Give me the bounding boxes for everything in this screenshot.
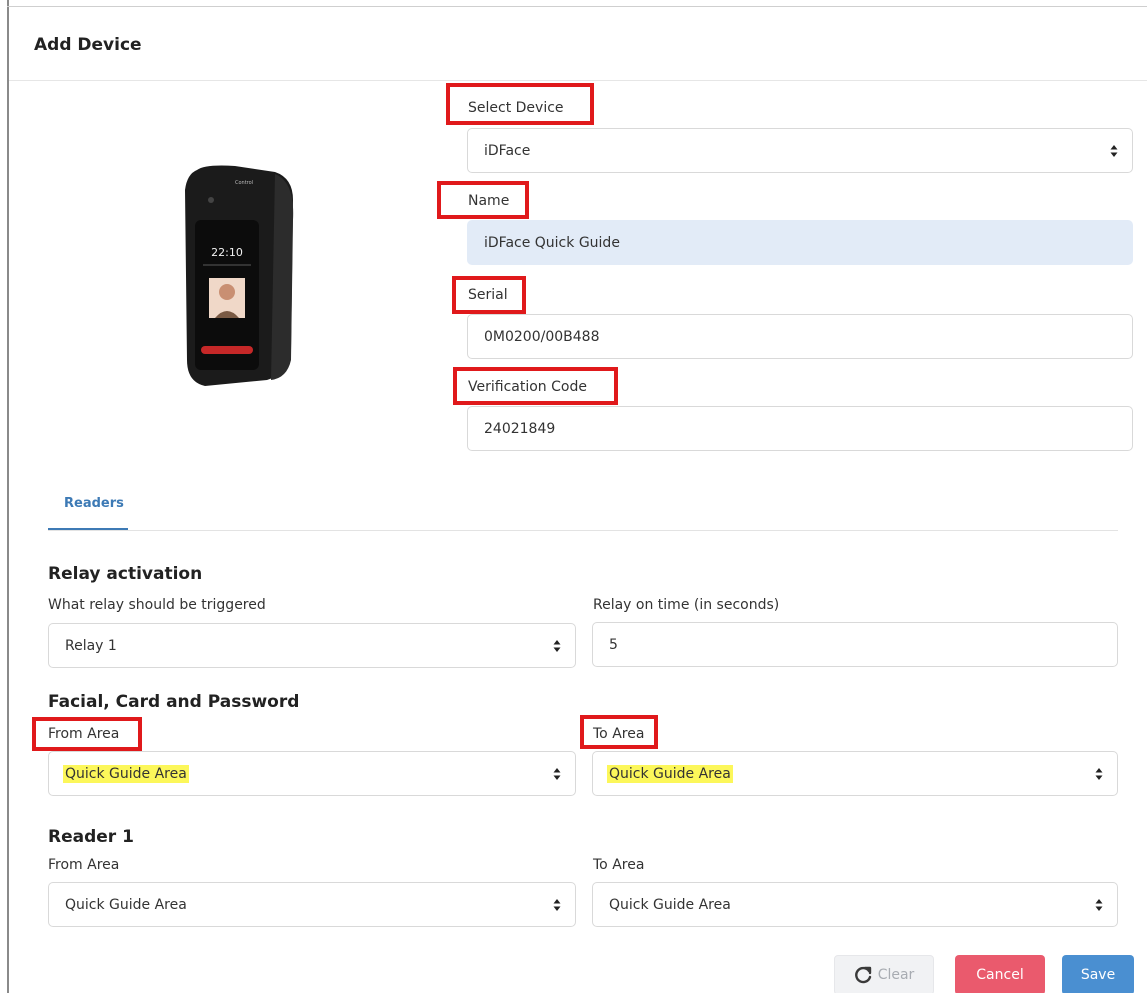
select-caret-icon (1095, 898, 1103, 911)
reader1-from-area-label: From Area (48, 857, 120, 873)
dialog: Add Device Control 22:10 Select Device i… (0, 0, 1147, 993)
relay-trigger-label: What relay should be triggered (48, 597, 266, 613)
relay-time-label: Relay on time (in seconds) (593, 597, 780, 613)
select-device-value: iDFace (484, 142, 531, 159)
name-value: iDFace Quick Guide (484, 234, 620, 251)
name-input[interactable]: iDFace Quick Guide (467, 220, 1133, 265)
facial-from-area-label: From Area (48, 726, 120, 742)
select-device-label: Select Device (468, 100, 564, 116)
frame-border (7, 0, 9, 993)
serial-input[interactable]: 0M0200/00B488 (467, 314, 1133, 359)
name-label: Name (468, 193, 510, 209)
facial-to-area-value: Quick Guide Area (607, 764, 733, 783)
reader1-to-area-value: Quick Guide Area (609, 896, 731, 913)
clear-button[interactable]: Clear (834, 955, 934, 993)
select-caret-icon (553, 639, 561, 652)
tab-readers[interactable]: Readers (64, 496, 124, 511)
relay-time-input[interactable]: 5 (592, 622, 1118, 667)
reader1-from-area-dropdown[interactable]: Quick Guide Area (48, 882, 576, 927)
reader1-from-area-value: Quick Guide Area (65, 896, 187, 913)
cancel-button[interactable]: Cancel (955, 955, 1045, 993)
serial-value: 0M0200/00B488 (484, 328, 600, 345)
device-screen-time: 22:10 (211, 246, 243, 259)
verification-code-value: 24021849 (484, 420, 556, 437)
save-button-label: Save (1080, 967, 1116, 983)
facial-to-area-label: To Area (593, 726, 645, 742)
facial-from-area-value: Quick Guide Area (63, 764, 189, 783)
verification-code-input[interactable]: 24021849 (467, 406, 1133, 451)
relay-time-value: 5 (609, 636, 618, 653)
dialog-title: Add Device (34, 35, 142, 55)
svg-text:Control: Control (235, 180, 253, 186)
serial-label: Serial (468, 287, 508, 303)
select-caret-icon (1095, 767, 1103, 780)
relay-trigger-value: Relay 1 (65, 637, 117, 654)
facial-to-area-dropdown[interactable]: Quick Guide Area (592, 751, 1118, 796)
reader1-section-title: Reader 1 (48, 827, 134, 847)
save-button[interactable]: Save (1062, 955, 1134, 993)
select-caret-icon (553, 898, 561, 911)
reader1-to-area-label: To Area (593, 857, 645, 873)
cancel-button-label: Cancel (976, 967, 1024, 983)
facial-from-area-dropdown[interactable]: Quick Guide Area (48, 751, 576, 796)
clear-button-label: Clear (877, 967, 915, 983)
select-device-dropdown[interactable]: iDFace (467, 128, 1133, 173)
select-caret-icon (553, 767, 561, 780)
relay-trigger-dropdown[interactable]: Relay 1 (48, 623, 576, 668)
device-image: Control 22:10 (185, 165, 294, 386)
relay-section-title: Relay activation (48, 564, 203, 584)
facial-section-title: Facial, Card and Password (48, 692, 300, 712)
refresh-icon (854, 966, 871, 984)
verification-code-label: Verification Code (468, 379, 587, 395)
tab-divider (48, 530, 1118, 531)
select-caret-icon (1110, 144, 1118, 157)
dialog-header: Add Device (9, 7, 1147, 81)
reader1-to-area-dropdown[interactable]: Quick Guide Area (592, 882, 1118, 927)
